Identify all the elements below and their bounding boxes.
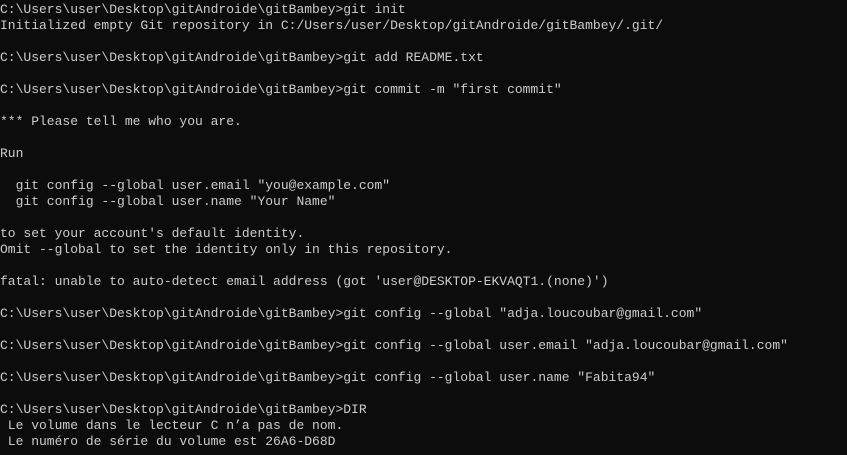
terminal-line: C:\Users\user\Desktop\gitAndroide\gitBam… — [0, 338, 788, 353]
terminal-line: C:\Users\user\Desktop\gitAndroide\gitBam… — [0, 306, 703, 321]
terminal-line: Le volume dans le lecteur C n’a pas de n… — [0, 418, 344, 433]
terminal-line: C:\Users\user\Desktop\gitAndroide\gitBam… — [0, 82, 562, 97]
terminal-line: Le numéro de série du volume est 26A6-D6… — [0, 434, 336, 449]
terminal-line: *** Please tell me who you are. — [0, 114, 242, 129]
terminal-line: git config --global user.name "Your Name… — [0, 194, 336, 209]
terminal-line: fatal: unable to auto-detect email addre… — [0, 274, 609, 289]
terminal-line: git config --global user.email "you@exam… — [0, 178, 391, 193]
terminal-window[interactable]: C:\Users\user\Desktop\gitAndroide\gitBam… — [0, 0, 847, 455]
terminal-line: to set your account's default identity. — [0, 226, 305, 241]
terminal-line: C:\Users\user\Desktop\gitAndroide\gitBam… — [0, 370, 656, 385]
terminal-line: C:\Users\user\Desktop\gitAndroide\gitBam… — [0, 402, 367, 417]
terminal-line: Omit --global to set the identity only i… — [0, 242, 453, 257]
terminal-line: Run — [0, 146, 24, 161]
terminal-line: C:\Users\user\Desktop\gitAndroide\gitBam… — [0, 50, 484, 65]
terminal-line: C:\Users\user\Desktop\gitAndroide\gitBam… — [0, 2, 406, 17]
terminal-line: Initialized empty Git repository in C:/U… — [0, 18, 664, 33]
